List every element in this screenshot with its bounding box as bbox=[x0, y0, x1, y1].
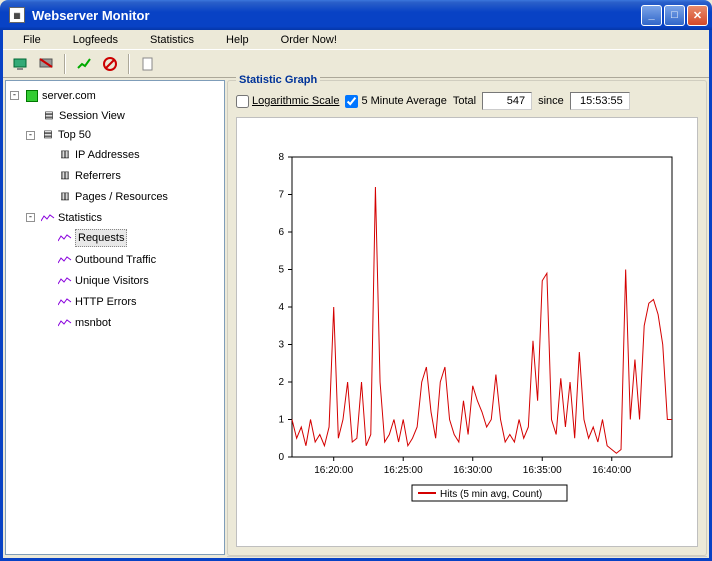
chart-icon bbox=[58, 231, 72, 245]
tree-root-server[interactable]: - server.com bbox=[10, 88, 96, 104]
maximize-button[interactable]: □ bbox=[664, 5, 685, 26]
tree-label: IP Addresses bbox=[75, 147, 140, 163]
chart-icon bbox=[58, 253, 72, 267]
tree-requests[interactable]: Requests bbox=[42, 229, 127, 247]
fivemin-checkbox[interactable]: 5 Minute Average bbox=[345, 95, 446, 108]
close-button[interactable]: ✕ bbox=[687, 5, 708, 26]
tree-referrers[interactable]: ▥Referrers bbox=[42, 168, 121, 184]
tree-unique[interactable]: Unique Visitors bbox=[42, 273, 149, 289]
statistic-graph-panel: Statistic Graph Logarithmic Scale 5 Minu… bbox=[227, 80, 707, 556]
svg-text:Hits (5 min avg, Count): Hits (5 min avg, Count) bbox=[440, 489, 542, 500]
svg-text:4: 4 bbox=[278, 302, 284, 313]
menu-file[interactable]: File bbox=[7, 32, 57, 48]
svg-text:1: 1 bbox=[278, 415, 284, 426]
svg-text:16:40:00: 16:40:00 bbox=[592, 465, 631, 476]
svg-text:0: 0 bbox=[278, 452, 284, 463]
tree-label: Unique Visitors bbox=[75, 273, 149, 289]
tree-label: msnbot bbox=[75, 315, 111, 331]
panel-title: Statistic Graph bbox=[236, 74, 320, 86]
toolbar-btn-stop-icon[interactable] bbox=[35, 53, 57, 75]
total-label: Total bbox=[453, 95, 476, 107]
svg-text:6: 6 bbox=[278, 227, 284, 238]
menu-help[interactable]: Help bbox=[210, 32, 265, 48]
toolbar-separator bbox=[64, 54, 66, 74]
chart-icon bbox=[41, 211, 55, 225]
chart-area: 0 1 2 3 4 5 6 7 8 16:20:00 16:25:00 16:30:00 16:35:0… bbox=[236, 117, 698, 547]
chart-icon bbox=[58, 274, 72, 288]
svg-text:3: 3 bbox=[278, 340, 284, 351]
svg-text:2: 2 bbox=[278, 377, 284, 388]
list-icon: ▤ bbox=[41, 128, 55, 142]
tree-label: server.com bbox=[42, 88, 96, 104]
menu-statistics[interactable]: Statistics bbox=[134, 32, 210, 48]
tree-pane[interactable]: - server.com ▤Session View -▤Top 50 ▥IP … bbox=[5, 80, 225, 555]
tree-session-view[interactable]: ▤Session View bbox=[26, 108, 125, 124]
tree-label: Top 50 bbox=[58, 127, 91, 143]
tree-ip[interactable]: ▥IP Addresses bbox=[42, 147, 140, 163]
tree-label: Referrers bbox=[75, 168, 121, 184]
tree-label: Requests bbox=[75, 229, 127, 247]
logscale-checkbox[interactable]: Logarithmic Scale bbox=[236, 95, 339, 108]
toolbar-separator bbox=[128, 54, 130, 74]
menu-logfeeds[interactable]: Logfeeds bbox=[57, 32, 134, 48]
server-icon bbox=[25, 89, 39, 103]
titlebar[interactable]: ▦ Webserver Monitor _ □ ✕ bbox=[0, 0, 712, 30]
menubar: File Logfeeds Statistics Help Order Now! bbox=[3, 30, 709, 50]
window-title: Webserver Monitor bbox=[32, 8, 641, 23]
since-label: since bbox=[538, 95, 564, 107]
total-value: 547 bbox=[482, 92, 532, 110]
toolbar-btn-monitor-icon[interactable] bbox=[9, 53, 31, 75]
tree-label: Session View bbox=[59, 108, 125, 124]
svg-text:7: 7 bbox=[278, 190, 284, 201]
tree-label: HTTP Errors bbox=[75, 294, 137, 310]
tree-top50[interactable]: -▤Top 50 bbox=[26, 127, 91, 143]
line-chart: 0 1 2 3 4 5 6 7 8 16:20:00 16:25:00 16:30:00 16:35:0… bbox=[247, 138, 687, 536]
tree-outbound[interactable]: Outbound Traffic bbox=[42, 252, 156, 268]
toolbar-btn-clear-icon[interactable] bbox=[99, 53, 121, 75]
tree-statistics[interactable]: - Statistics bbox=[26, 210, 102, 226]
tree-pages[interactable]: ▥Pages / Resources bbox=[42, 189, 168, 205]
svg-text:16:25:00: 16:25:00 bbox=[384, 465, 423, 476]
page-icon: ▤ bbox=[42, 109, 56, 123]
tree-label: Pages / Resources bbox=[75, 189, 168, 205]
svg-text:5: 5 bbox=[278, 265, 284, 276]
page-icon: ▥ bbox=[58, 169, 72, 183]
collapse-icon[interactable]: - bbox=[26, 213, 35, 222]
horizontal-scrollbar[interactable] bbox=[227, 556, 707, 557]
tree-label: Outbound Traffic bbox=[75, 252, 156, 268]
app-icon: ▦ bbox=[9, 7, 25, 23]
tree-errors[interactable]: HTTP Errors bbox=[42, 294, 137, 310]
tree-label: Statistics bbox=[58, 210, 102, 226]
toolbar bbox=[3, 50, 709, 78]
menu-order[interactable]: Order Now! bbox=[265, 32, 353, 48]
svg-text:8: 8 bbox=[278, 152, 284, 163]
chart-icon bbox=[58, 316, 72, 330]
collapse-icon[interactable]: - bbox=[26, 131, 35, 140]
svg-text:16:35:00: 16:35:00 bbox=[523, 465, 562, 476]
svg-text:16:20:00: 16:20:00 bbox=[314, 465, 353, 476]
page-icon: ▥ bbox=[58, 190, 72, 204]
page-icon: ▥ bbox=[58, 148, 72, 162]
collapse-icon[interactable]: - bbox=[10, 91, 19, 100]
toolbar-btn-chart-up-icon[interactable] bbox=[73, 53, 95, 75]
toolbar-btn-page-icon[interactable] bbox=[137, 53, 159, 75]
minimize-button[interactable]: _ bbox=[641, 5, 662, 26]
chart-icon bbox=[58, 295, 72, 309]
since-value: 15:53:55 bbox=[570, 92, 630, 110]
svg-text:16:30:00: 16:30:00 bbox=[453, 465, 492, 476]
tree-msnbot[interactable]: msnbot bbox=[42, 315, 111, 331]
